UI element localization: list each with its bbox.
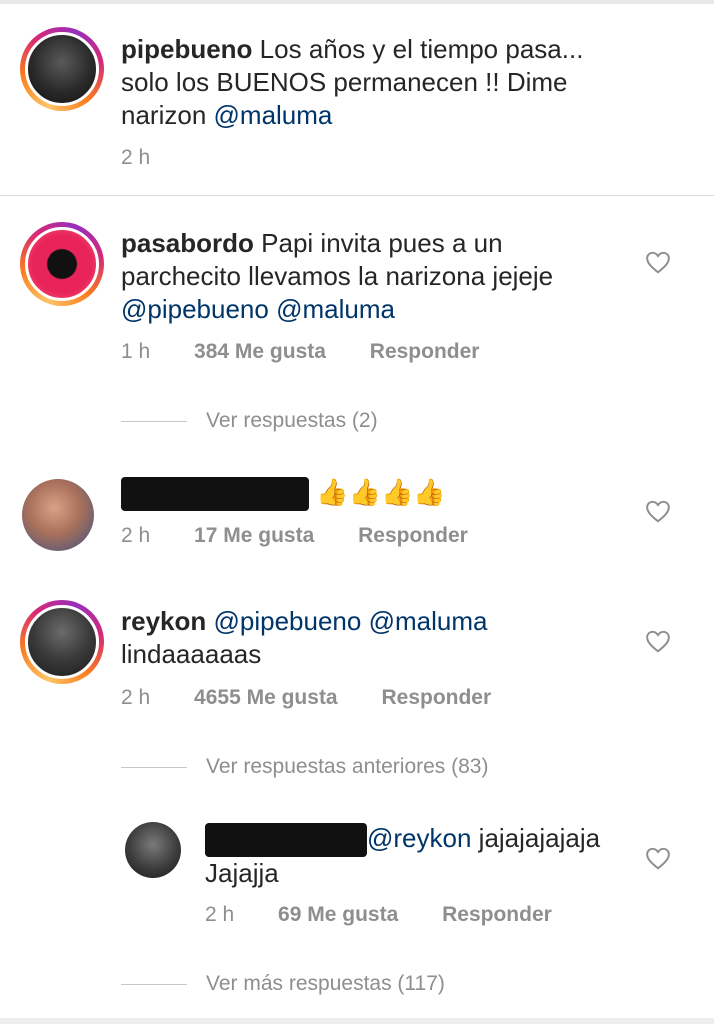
replies-divider [121,983,187,985]
reply-button[interactable]: Responder [358,524,468,547]
mention-maluma[interactable]: @maluma [369,606,488,636]
reply-comment: @reykon jajajajajaja Jajajja [205,822,635,890]
mention-pipebueno[interactable]: @pipebueno [121,294,269,324]
mention-maluma[interactable]: @maluma [214,100,333,130]
reply-button[interactable]: Responder [381,686,491,709]
avatar-reply-user[interactable] [125,822,181,878]
redacted-username [121,477,309,512]
redacted-username [205,823,367,858]
timestamp: 2 h [121,686,151,709]
comment-pasabordo: pasabordo Papi invita pues a un parcheci… [121,227,641,326]
top-divider [0,0,714,4]
replies-divider [121,766,187,768]
comment-redacted-user: 👍👍👍👍 [121,476,641,512]
view-previous-replies[interactable]: Ver respuestas anteriores (83) [121,754,488,780]
likes-count[interactable]: 4655 Me gusta [194,686,338,709]
reply-button[interactable]: Responder [370,340,480,363]
view-more-replies-label: Ver más respuestas (117) [206,972,445,995]
heart-outline-icon[interactable] [645,499,671,523]
timestamp: 2 h [205,903,235,926]
comment-text-line1: Los años y el tiempo pasa... [259,34,584,64]
comment-pipebueno: pipebueno Los años y el tiempo pasa... s… [121,33,681,132]
avatar-reykon[interactable] [20,600,104,684]
username-reykon[interactable]: reykon [121,606,206,636]
reply-button[interactable]: Responder [442,903,552,926]
comment-reykon: reykon @pipebueno @maluma lindaaaaaas [121,605,641,671]
comment-text-line1: Papi invita pues a un [261,228,503,258]
comment-text-line2: parchecito llevamos la narizona jejeje [121,261,554,291]
comment-text: lindaaaaaas [121,639,262,669]
likes-count[interactable]: 384 Me gusta [194,340,326,363]
heart-outline-icon[interactable] [645,846,671,870]
username-pipebueno[interactable]: pipebueno [121,34,252,64]
view-previous-replies-label: Ver respuestas anteriores (83) [206,755,489,778]
comment-text-line3: narizon [121,100,207,130]
timestamp: 1 h [121,340,151,363]
comment-text-line2: solo los BUENOS permanecen !! Dime [121,67,568,97]
avatar-pipebueno[interactable] [20,27,104,111]
reply-meta: 2 h 69 Me gusta Responder [205,902,590,928]
heart-outline-icon[interactable] [645,250,671,274]
reply-text-line2: Jajajja [205,858,279,889]
avatar-user[interactable] [22,479,94,551]
bottom-divider [0,1018,714,1024]
caption-divider [0,195,714,196]
timestamp: 2 h [121,524,151,547]
view-replies-label: Ver respuestas (2) [206,409,378,432]
timestamp: 2 h [121,146,151,169]
comment-meta: 1 h 384 Me gusta Responder [121,339,517,365]
replies-divider [121,420,187,422]
reply-text-inline: jajajajajaja [478,823,601,853]
comment-meta: 2 h 17 Me gusta Responder [121,523,506,549]
mention-maluma[interactable]: @maluma [276,294,395,324]
view-replies[interactable]: Ver respuestas (2) [121,408,378,434]
mention-reykon[interactable]: @reykon [367,823,471,853]
likes-count[interactable]: 17 Me gusta [194,524,314,547]
comment-meta: 2 h 4655 Me gusta Responder [121,685,529,711]
comment-text: 👍👍👍👍 [316,477,446,507]
likes-count[interactable]: 69 Me gusta [278,903,398,926]
view-more-replies[interactable]: Ver más respuestas (117) [121,971,445,997]
comment-meta: 2 h [121,145,188,171]
avatar-pasabordo[interactable] [20,222,104,306]
username-pasabordo[interactable]: pasabordo [121,228,254,258]
heart-outline-icon[interactable] [645,629,671,653]
mention-pipebueno[interactable]: @pipebueno [214,606,362,636]
